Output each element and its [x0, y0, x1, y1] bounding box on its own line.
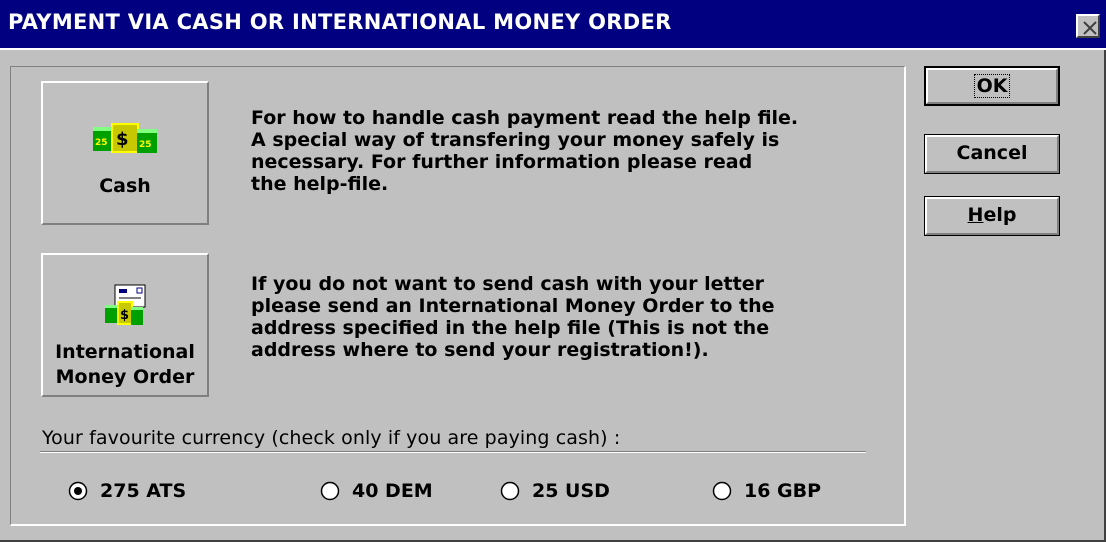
payment-method-panel: 25 $ 25 Cash For how to handle cash paym… — [10, 66, 906, 526]
help-label-rest: elp — [983, 204, 1017, 226]
currency-label: Your favourite currency (check only if y… — [42, 427, 621, 449]
cancel-button[interactable]: Cancel — [924, 134, 1060, 174]
cash-description: For how to handle cash payment read the … — [251, 107, 799, 195]
ok-button[interactable]: OK — [924, 66, 1060, 106]
svg-text:25: 25 — [139, 140, 152, 150]
svg-text:25: 25 — [95, 138, 108, 148]
money-order-label-line2: Money Order — [55, 366, 195, 388]
cash-button[interactable]: 25 $ 25 Cash — [41, 81, 209, 225]
radio-selected-icon — [68, 481, 88, 501]
money-order-label-line1: International — [55, 341, 195, 363]
radio-unselected-icon — [500, 481, 520, 501]
radio-unselected-icon — [712, 481, 732, 501]
window-title: PAYMENT VIA CASH OR INTERNATIONAL MONEY … — [8, 10, 672, 34]
help-button[interactable]: Help — [924, 196, 1060, 236]
close-icon — [1083, 21, 1097, 35]
svg-text:$: $ — [116, 129, 129, 150]
money-order-icon: $ — [105, 284, 146, 325]
radio-unselected-icon — [320, 481, 340, 501]
radio-label-usd: 25 USD — [532, 480, 610, 502]
svg-text:$: $ — [120, 308, 129, 323]
help-mnemonic: H — [967, 204, 984, 226]
cancel-label: Cancel — [956, 142, 1028, 164]
radio-label-ats: 275 ATS — [100, 480, 187, 502]
title-bar: PAYMENT VIA CASH OR INTERNATIONAL MONEY … — [0, 0, 1106, 50]
money-order-button[interactable]: $ International Money Order — [41, 253, 209, 397]
radio-label-dem: 40 DEM — [352, 480, 433, 502]
currency-separator — [40, 451, 866, 453]
cash-icon: 25 $ 25 — [93, 123, 157, 153]
radio-label-gbp: 16 GBP — [744, 480, 822, 502]
payment-dialog: PAYMENT VIA CASH OR INTERNATIONAL MONEY … — [0, 0, 1106, 542]
money-order-description: If you do not want to send cash with you… — [251, 273, 775, 361]
cash-label: Cash — [99, 175, 151, 197]
help-label: Help — [968, 204, 1017, 226]
ok-label: OK — [973, 74, 1011, 98]
close-button[interactable] — [1076, 14, 1100, 38]
